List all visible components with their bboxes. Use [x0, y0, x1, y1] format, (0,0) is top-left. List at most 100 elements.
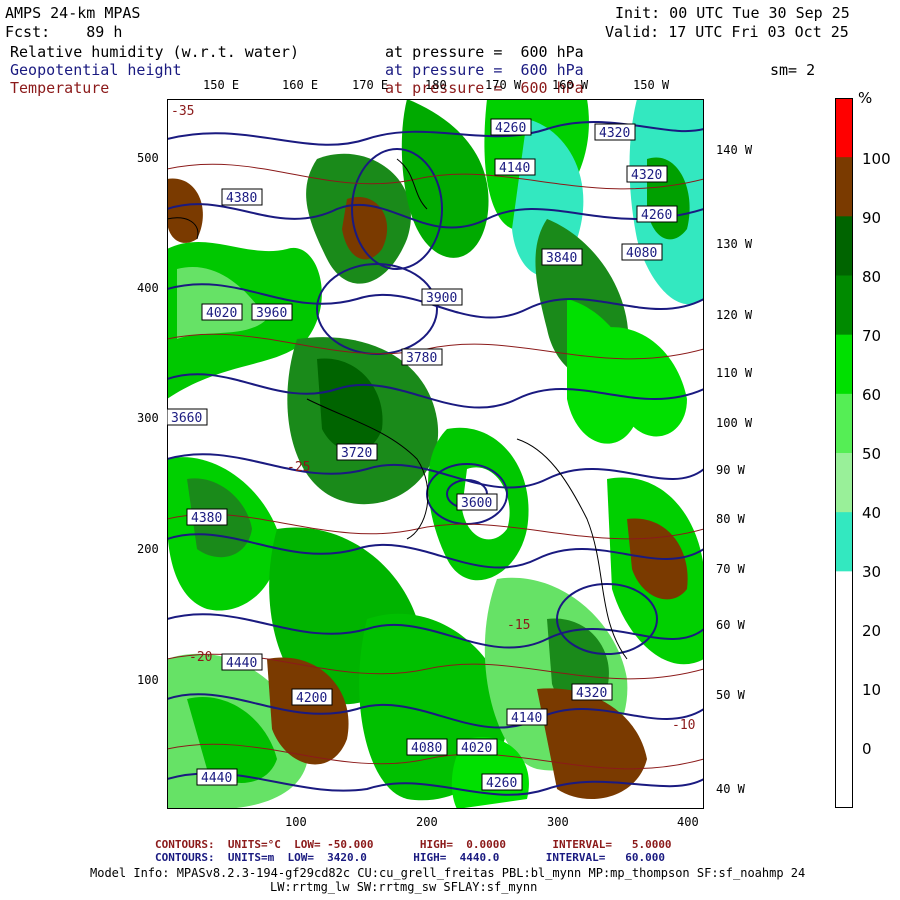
height-label: 4020	[201, 303, 243, 321]
height-label: 4140	[494, 158, 536, 176]
colorbar-label: 30	[862, 563, 882, 581]
height-label: 3660	[167, 408, 208, 426]
top-lon-label: 170 E	[352, 78, 389, 92]
top-lon-label: 160 W	[552, 78, 589, 92]
svg-text:4380: 4380	[226, 191, 257, 206]
colorbar-segment	[835, 98, 853, 158]
colorbar-label: 0	[862, 740, 872, 758]
colorbar-segment	[835, 275, 853, 336]
svg-text:4260: 4260	[641, 208, 672, 223]
right-lon-label: 60 W	[716, 618, 745, 632]
svg-text:4020: 4020	[206, 306, 237, 321]
temp-label: -20	[189, 650, 212, 665]
colorbar-segment	[835, 453, 853, 513]
right-lon-label: 50 W	[716, 688, 745, 702]
right-lon-label: 100 W	[716, 416, 753, 430]
top-lon-label: 180	[425, 78, 447, 92]
colorbar-label: 50	[862, 445, 882, 463]
height-label: 4380	[221, 188, 263, 206]
y-tick: 500	[137, 151, 159, 165]
svg-text:4320: 4320	[631, 168, 662, 183]
colorbar-label: 70	[862, 327, 882, 345]
height-label: 4080	[621, 243, 663, 261]
colorbar-label: 60	[862, 386, 882, 404]
height-label: 4020	[456, 738, 498, 756]
height-label: 4260	[636, 205, 678, 223]
height-label: 3780	[401, 348, 443, 366]
svg-text:4020: 4020	[461, 741, 492, 756]
x-tick: 300	[547, 815, 569, 829]
svg-text:3900: 3900	[426, 291, 457, 306]
svg-text:3780: 3780	[406, 351, 437, 366]
right-lon-label: 40 W	[716, 782, 745, 796]
svg-text:3840: 3840	[546, 251, 577, 266]
svg-text:4260: 4260	[486, 776, 517, 791]
x-tick: 200	[416, 815, 438, 829]
svg-text:4140: 4140	[511, 711, 542, 726]
height-label: 4440	[196, 768, 238, 786]
y-tick: 100	[137, 673, 159, 687]
height-label: 4380	[186, 508, 228, 526]
right-lon-label: 90 W	[716, 463, 745, 477]
colorbar-segment	[835, 748, 853, 809]
top-lon-label: 150 E	[203, 78, 240, 92]
right-lon-label: 110 W	[716, 366, 753, 380]
weather-map: 4260 4320 4140 4380 4320 4260 4080 4020 …	[167, 99, 704, 809]
height-label: 3720	[336, 443, 378, 461]
colorbar-label: 90	[862, 209, 882, 227]
svg-text:4260: 4260	[495, 121, 526, 136]
model-info-line1: Model Info: MPASv8.2.3-194-gf29cd82c CU:…	[90, 866, 806, 880]
height-label: 3840	[541, 248, 583, 266]
field-height-level: at pressure = 600 hPa	[385, 61, 584, 79]
height-label: 3900	[421, 288, 463, 306]
colorbar-segment	[835, 393, 853, 454]
temp-label: -25	[287, 460, 310, 475]
height-label: 4320	[571, 683, 613, 701]
forecast-hour: Fcst: 89 h	[5, 23, 123, 41]
temp-label: -35	[171, 104, 194, 119]
height-label: 3960	[251, 303, 293, 321]
height-label: 4200	[291, 688, 333, 706]
field-height-name: Geopotential height	[10, 61, 182, 79]
colorbar-segment	[835, 630, 853, 691]
top-lon-label: 170 W	[485, 78, 522, 92]
y-tick: 200	[137, 542, 159, 556]
colorbar-unit: %	[858, 89, 873, 107]
colorbar-label: 10	[862, 681, 882, 699]
svg-text:4440: 4440	[201, 771, 232, 786]
temp-label: -10	[672, 718, 695, 733]
y-tick: 300	[137, 411, 159, 425]
svg-text:4140: 4140	[499, 161, 530, 176]
height-label: 4320	[594, 123, 636, 141]
colorbar-segment	[835, 157, 853, 217]
init-time: Init: 00 UTC Tue 30 Sep 25	[615, 4, 850, 22]
colorbar-segment	[835, 512, 853, 572]
height-label: 4260	[490, 118, 532, 136]
valid-time: Valid: 17 UTC Fri 03 Oct 25	[605, 23, 849, 41]
x-tick: 400	[677, 815, 699, 829]
right-lon-label: 70 W	[716, 562, 745, 576]
svg-text:4080: 4080	[411, 741, 442, 756]
svg-text:3660: 3660	[171, 411, 202, 426]
colorbar-segment	[835, 689, 853, 750]
model-info-line2: LW:rrtmg_lw SW:rrtmg_sw SFLAY:sf_mynn	[270, 880, 538, 894]
right-lon-label: 80 W	[716, 512, 745, 526]
colorbar-segment	[835, 216, 853, 276]
height-label: 4080	[406, 738, 448, 756]
colorbar-label: 100	[862, 150, 891, 168]
colorbar-segment	[835, 334, 853, 395]
field-rh-name: Relative humidity (w.r.t. water)	[10, 43, 299, 61]
svg-text:3720: 3720	[341, 446, 372, 461]
svg-text:3600: 3600	[461, 496, 492, 511]
height-label: 4140	[506, 708, 548, 726]
map-title: AMPS 24-km MPAS	[5, 4, 141, 22]
height-label: 4440	[221, 653, 263, 671]
smoothing-label: sm= 2	[770, 61, 816, 79]
svg-text:4440: 4440	[226, 656, 257, 671]
colorbar-label: 40	[862, 504, 882, 522]
temp-label: -15	[507, 618, 530, 633]
right-lon-label: 130 W	[716, 237, 753, 251]
height-label: 3600	[456, 493, 498, 511]
y-tick: 400	[137, 281, 159, 295]
colorbar-label: 80	[862, 268, 882, 286]
